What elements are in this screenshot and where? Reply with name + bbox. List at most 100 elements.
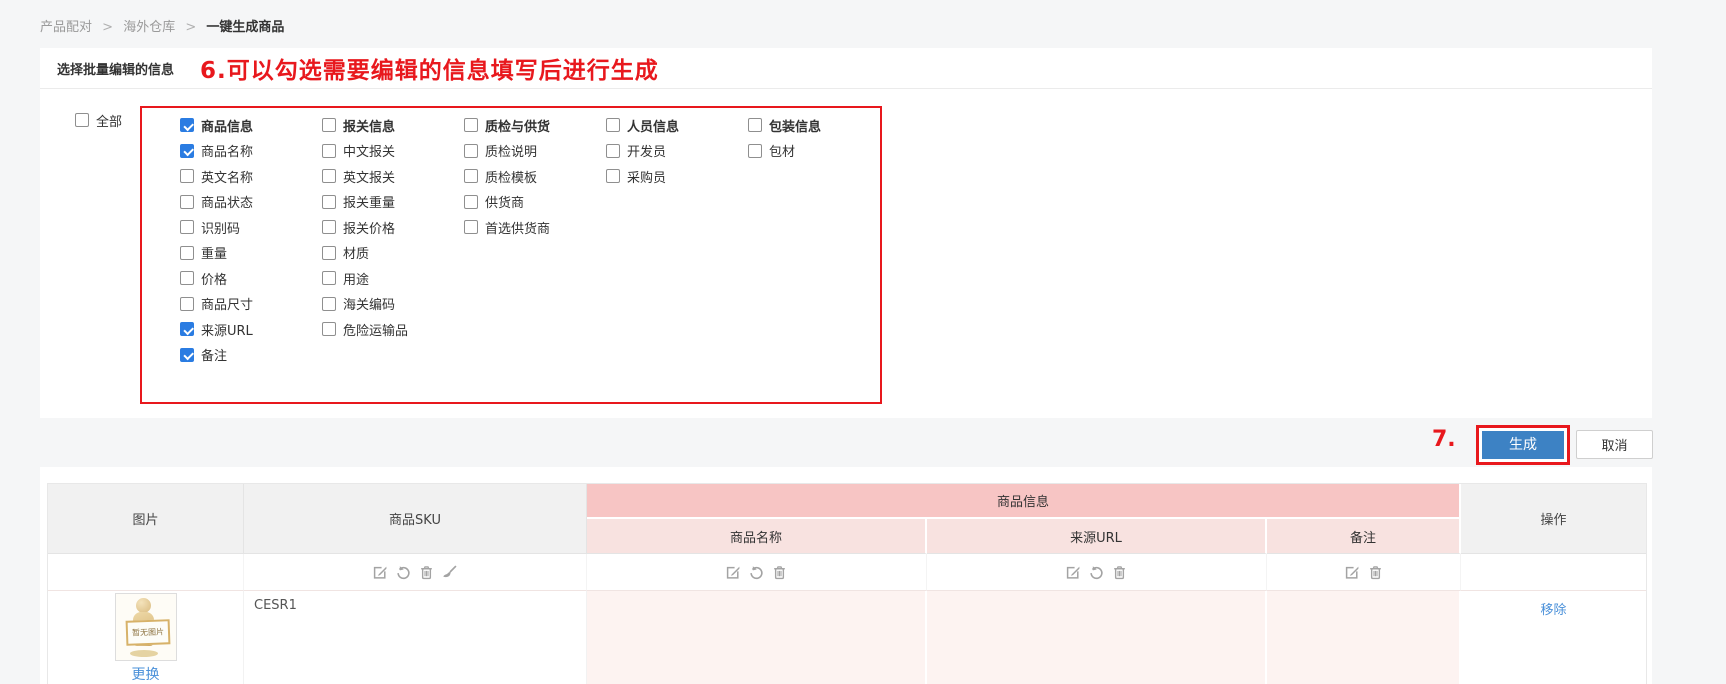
checkbox-item[interactable]: 中文报关 <box>322 142 464 160</box>
checkbox-item[interactable]: 用途 <box>322 269 464 287</box>
checkbox[interactable] <box>180 348 194 362</box>
checkbox-item[interactable]: 海关编码 <box>322 295 464 313</box>
checkbox-item[interactable]: 材质 <box>322 244 464 262</box>
checkbox-item[interactable]: 质检与供货 <box>464 116 606 134</box>
checkbox-column: 报关信息中文报关英文报关报关重量报关价格材质用途海关编码危险运输品 <box>322 111 464 402</box>
checkbox[interactable] <box>180 195 194 209</box>
checkbox-item[interactable]: 商品信息 <box>180 116 322 134</box>
checkbox-item[interactable]: 人员信息 <box>606 116 748 134</box>
checkbox-label: 质检模板 <box>485 167 537 186</box>
checkbox-item[interactable]: 开发员 <box>606 142 748 160</box>
checkbox-item[interactable]: 备注 <box>180 346 322 364</box>
undo-icon[interactable] <box>396 565 411 580</box>
trash-icon[interactable] <box>772 565 787 580</box>
checkbox[interactable] <box>748 144 762 158</box>
sku-value: CESR1 <box>244 591 586 613</box>
checkbox-item[interactable]: 商品名称 <box>180 142 322 160</box>
trash-icon[interactable] <box>1112 565 1127 580</box>
checkbox-label: 来源URL <box>201 320 253 339</box>
checkbox[interactable] <box>75 113 89 127</box>
checkbox-item[interactable]: 识别码 <box>180 218 322 236</box>
checkbox[interactable] <box>180 322 194 336</box>
remove-row-link[interactable]: 移除 <box>1541 603 1567 618</box>
name-cell[interactable] <box>587 591 927 684</box>
checkbox[interactable] <box>464 144 478 158</box>
checkbox-item[interactable]: 商品尺寸 <box>180 295 322 313</box>
checkbox[interactable] <box>180 118 194 132</box>
checkbox-label: 首选供货商 <box>485 218 550 237</box>
replace-image-link[interactable]: 更换 <box>132 664 160 684</box>
undo-icon[interactable] <box>1089 565 1104 580</box>
cancel-button[interactable]: 取消 <box>1576 430 1653 459</box>
edit-icon[interactable] <box>373 565 388 580</box>
table-row: 暂无图片 更换 CESR1 移除 <box>48 591 1646 684</box>
checkbox[interactable] <box>322 322 336 336</box>
checkbox-item[interactable]: 报关价格 <box>322 218 464 236</box>
checkbox-item[interactable]: 首选供货商 <box>464 218 606 236</box>
checkbox-item[interactable]: 包材 <box>748 142 890 160</box>
checkbox[interactable] <box>464 220 478 234</box>
checkbox-item[interactable]: 价格 <box>180 269 322 287</box>
tools-cell-action <box>1461 554 1646 591</box>
checkbox-item[interactable]: 危险运输品 <box>322 320 464 338</box>
checkbox[interactable] <box>322 169 336 183</box>
breadcrumb-separator: > <box>102 20 113 35</box>
checkbox-item[interactable]: 重量 <box>180 244 322 262</box>
checkbox[interactable] <box>606 144 620 158</box>
breadcrumb-item-overseas-warehouse[interactable]: 海外仓库 <box>123 20 175 35</box>
checkbox[interactable] <box>180 169 194 183</box>
checkbox-item[interactable]: 报关信息 <box>322 116 464 134</box>
checkbox[interactable] <box>322 144 336 158</box>
checkbox-label: 采购员 <box>627 167 666 186</box>
checkbox-label: 人员信息 <box>627 116 679 135</box>
checkbox-label: 质检与供货 <box>485 116 550 135</box>
checkbox-item[interactable]: 商品状态 <box>180 193 322 211</box>
checkbox-item[interactable]: 来源URL <box>180 320 322 338</box>
checkbox-item[interactable]: 质检说明 <box>464 142 606 160</box>
checkbox-item[interactable]: 英文报关 <box>322 167 464 185</box>
checkbox-item[interactable]: 采购员 <box>606 167 748 185</box>
remark-cell[interactable] <box>1267 591 1461 684</box>
checkbox[interactable] <box>180 297 194 311</box>
checkbox[interactable] <box>180 246 194 260</box>
generate-button[interactable]: 生成 <box>1482 431 1564 459</box>
batch-edit-panel: 选择批量编辑的信息 6.可以勾选需要编辑的信息填写后进行生成 全部 商品信息商品… <box>40 48 1652 418</box>
trash-icon[interactable] <box>419 565 434 580</box>
trash-icon[interactable] <box>1368 565 1383 580</box>
checkbox[interactable] <box>464 169 478 183</box>
edit-icon[interactable] <box>1345 565 1360 580</box>
checkbox[interactable] <box>322 297 336 311</box>
source-url-cell[interactable] <box>927 591 1267 684</box>
checkbox[interactable] <box>464 195 478 209</box>
breadcrumb-item-product-pairing[interactable]: 产品配对 <box>40 20 92 35</box>
column-header-remark: 备注 <box>1267 519 1461 554</box>
checkbox-item[interactable]: 供货商 <box>464 193 606 211</box>
checkbox[interactable] <box>322 220 336 234</box>
checkbox-item[interactable]: 包装信息 <box>748 116 890 134</box>
tools-cell-remark <box>1267 554 1461 591</box>
checkbox-label: 报关价格 <box>343 218 395 237</box>
checkbox-item[interactable]: 质检模板 <box>464 167 606 185</box>
undo-icon[interactable] <box>749 565 764 580</box>
checkbox[interactable] <box>322 246 336 260</box>
checkbox[interactable] <box>606 118 620 132</box>
product-image-placeholder[interactable]: 暂无图片 <box>115 593 177 661</box>
checkbox[interactable] <box>748 118 762 132</box>
checkbox-item[interactable]: 英文名称 <box>180 167 322 185</box>
checkbox[interactable] <box>180 144 194 158</box>
breadcrumb: 产品配对 > 海外仓库 > 一键生成商品 <box>40 16 284 35</box>
checkbox[interactable] <box>606 169 620 183</box>
checkbox[interactable] <box>322 271 336 285</box>
checkbox[interactable] <box>322 118 336 132</box>
placeholder-figure-feet <box>130 650 158 657</box>
edit-icon[interactable] <box>726 565 741 580</box>
checkbox[interactable] <box>180 271 194 285</box>
checkbox[interactable] <box>464 118 478 132</box>
checkbox-item-all[interactable]: 全部 <box>75 111 122 129</box>
checkbox-item[interactable]: 报关重量 <box>322 193 464 211</box>
checkbox[interactable] <box>322 195 336 209</box>
checkbox-label: 包材 <box>769 141 795 160</box>
brush-icon[interactable] <box>442 565 457 580</box>
edit-icon[interactable] <box>1066 565 1081 580</box>
checkbox[interactable] <box>180 220 194 234</box>
